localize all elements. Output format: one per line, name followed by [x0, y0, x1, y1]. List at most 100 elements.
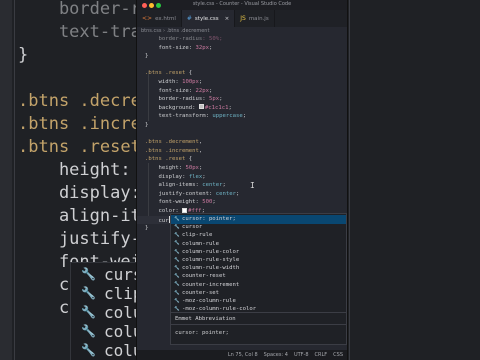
code-token: font-size [158, 44, 189, 51]
code-token: .btns .reset [145, 70, 186, 77]
tab-style-css[interactable]: # style.css × [181, 10, 236, 27]
background-code-token: } [18, 45, 29, 65]
code-token: border-radius [158, 96, 203, 103]
status-item[interactable]: Ln 75, Col 8 [228, 352, 258, 358]
code-token: 50px [185, 165, 199, 171]
code-line[interactable]: justify-content: center; [145, 190, 239, 199]
code-line[interactable]: .btns .reset { [145, 155, 192, 164]
status-item[interactable]: UTF-8 [294, 352, 309, 358]
code-token: 100px [182, 79, 199, 85]
code-line[interactable]: } [145, 52, 148, 61]
code-token: ; [198, 79, 203, 85]
code-token: display [158, 173, 183, 180]
code-token: ; [209, 44, 213, 51]
background-right-rule [349, 0, 350, 360]
code-token: 500 [202, 199, 213, 206]
code-token: ; [198, 165, 203, 171]
code-line[interactable]: } [145, 224, 148, 233]
code-token: height [158, 165, 179, 171]
file-type-icon: # [186, 15, 192, 22]
close-tab-icon[interactable]: × [225, 16, 230, 22]
code-token: center [215, 190, 236, 197]
file-type-icon: <> [142, 15, 153, 22]
suggestion-detail-body: cursor: pointer; [175, 330, 229, 336]
editor-tabs: <> ex.html # style.css × JS main.js [137, 10, 347, 27]
code-token: , [198, 139, 203, 146]
suggestion-details: Emmet Abbreviation cursor: pointer; [170, 313, 347, 345]
code-line[interactable]: background: #c1c1c1; [145, 104, 232, 113]
mouse-ibeam-icon: I [250, 181, 255, 190]
tab-label: ex.html [155, 15, 176, 22]
code-line[interactable]: height: 50px; [145, 164, 202, 173]
code-line[interactable]: .btns .increment, [145, 147, 202, 156]
breadcrumb[interactable]: btns.css › .btns .decrement [137, 27, 347, 35]
status-bar: Ln 75, Col 8 Spaces: 4 UTF-8 CRLF CSS [137, 350, 347, 360]
code-token: font-size [158, 87, 189, 94]
code-token: center [202, 182, 223, 189]
wrench-icon: 🔧 [81, 343, 96, 357]
suggestion-widget[interactable]: 🔧 cursor: pointer; 🔧 cursor 🔧 clip-rule 🔧 colum… [170, 213, 347, 313]
status-item[interactable]: Spaces: 4 [264, 352, 288, 358]
code-token: width [158, 79, 176, 85]
file-type-icon: JS [240, 15, 246, 22]
wrench-icon: 🔧 [174, 257, 180, 263]
code-line[interactable]: .btns .reset { [145, 69, 192, 78]
code-line[interactable]: text-transform: uppercase; [145, 112, 246, 121]
wrench-icon: 🔧 [174, 282, 180, 288]
code-token: uppercase [212, 113, 243, 120]
code-token: } [145, 225, 149, 232]
tab-ex-html[interactable]: <> ex.html [137, 10, 182, 27]
suggestion-detail-title: Emmet Abbreviation [175, 316, 236, 322]
code-line[interactable]: width: 100px; [145, 78, 202, 87]
wrench-icon: 🔧 [81, 305, 96, 319]
code-token: background [158, 104, 193, 111]
code-line[interactable]: font-weight: 500; [145, 198, 216, 207]
code-token: , [198, 147, 203, 154]
code-line[interactable]: } [145, 121, 148, 130]
wrench-icon: 🔧 [174, 265, 180, 271]
background-right-panel [348, 0, 480, 360]
code-token: : [192, 104, 199, 111]
code-line[interactable]: border-radius: 5px; [145, 95, 223, 104]
code-token: ; [235, 190, 240, 197]
code-token: ; [212, 199, 216, 206]
status-item[interactable]: CSS [333, 352, 343, 358]
status-item[interactable]: CRLF [315, 352, 328, 358]
code-token: ; [219, 96, 223, 103]
code-token: : [188, 44, 196, 51]
wrench-icon: 🔧 [174, 224, 180, 230]
wrench-icon: 🔧 [174, 241, 180, 247]
wrench-icon: 🔧 [174, 274, 180, 280]
code-token: align-items [158, 182, 196, 189]
code-line[interactable]: font-size: 32px; [145, 44, 212, 53]
code-token: : [209, 190, 216, 197]
code-token: ; [222, 182, 226, 189]
code-token: 22px [195, 87, 210, 94]
color-swatch[interactable] [198, 104, 204, 110]
color-swatch[interactable] [182, 207, 188, 213]
code-token: .btns .increment [145, 147, 199, 154]
wrench-icon: 🔧 [174, 298, 180, 304]
tab-main-js[interactable]: JS main.js [235, 10, 275, 27]
code-token: .btns .reset [145, 156, 186, 163]
code-line[interactable]: display: flex; [145, 173, 205, 182]
code-line[interactable]: .btns .decrement, [145, 138, 202, 147]
wrench-icon: 🔧 [174, 306, 180, 312]
code-line[interactable]: border-radius: 50%; [145, 35, 222, 44]
vscode-window: style.css - Counter - Visual Studio Code… [137, 0, 347, 360]
code-line[interactable]: font-size: 22px; [145, 87, 212, 96]
code-token: ; [242, 113, 247, 120]
code-line[interactable]: cur [145, 215, 170, 225]
code-line[interactable]: align-items: center; [145, 181, 226, 190]
